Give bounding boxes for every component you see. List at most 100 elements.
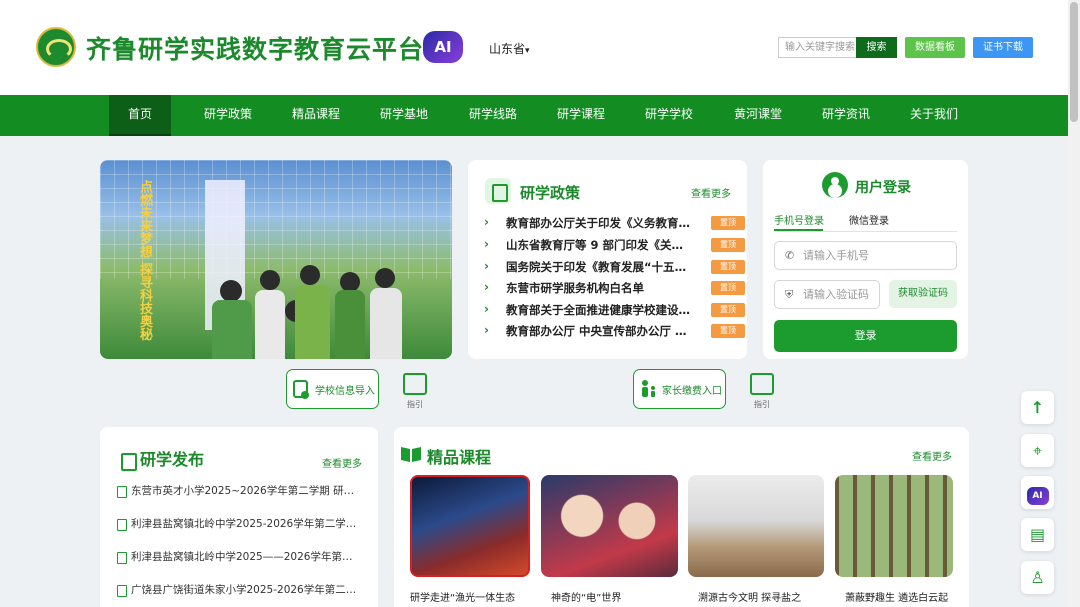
phone-placeholder: 请输入手机号 — [803, 249, 869, 262]
policy-item[interactable]: › 教育部办公厅 中央宣传部办公厅 关… 置顶 — [484, 320, 745, 342]
login-button[interactable]: 登录 — [774, 320, 957, 352]
policy-item[interactable]: › 教育部办公厅关于印发《义务教育阶… 置顶 — [484, 212, 745, 234]
code-placeholder: 请输入验证码 — [803, 288, 869, 301]
site-title[interactable]: 齐鲁研学实践数字教育云平台 — [86, 30, 424, 66]
banner-child-body — [212, 300, 252, 359]
shield-icon: ⛨ — [785, 288, 794, 301]
banner-child-body — [370, 288, 402, 359]
login-card: 用户登录 手机号登录 微信登录 ✆ 请输入手机号 ⛨ 请输入验证码 获取验证码 … — [763, 160, 968, 359]
course-thumbnail — [835, 475, 953, 577]
policy-item[interactable]: › 东营市研学服务机构白名单 置顶 — [484, 277, 745, 299]
parent-child-float-icon[interactable]: ♙ — [1021, 561, 1054, 594]
province-label: 山东省 — [489, 42, 526, 56]
parent-guide-link[interactable]: 指引 — [747, 373, 777, 410]
parent-payment-button[interactable]: 家长缴费入口 — [633, 369, 726, 409]
course-caption: 溯源古今文明 探寻盐之 — [698, 593, 802, 604]
phone-field[interactable]: ✆ 请输入手机号 — [774, 241, 957, 270]
nav-item-bases[interactable]: 研学基地 — [372, 95, 436, 136]
banner-child — [300, 265, 320, 285]
school-import-label: 学校信息导入 — [315, 386, 375, 397]
tab-wechat-login[interactable]: 微信登录 — [849, 212, 889, 227]
nav-item-schools[interactable]: 研学学校 — [637, 95, 701, 136]
site-logo[interactable] — [36, 27, 76, 67]
province-selector[interactable]: 山东省▾ — [489, 40, 530, 57]
banner-net — [100, 160, 452, 280]
pinned-badge: 置顶 — [711, 303, 745, 317]
pinned-badge: 置顶 — [711, 281, 745, 295]
course-thumbnail — [410, 475, 530, 577]
film-icon — [750, 373, 774, 395]
publish-item[interactable]: 利津县盐窝镇北岭中学2025——2026学年第… — [117, 549, 367, 567]
document-icon — [293, 380, 309, 399]
search-button[interactable]: 搜索 — [856, 37, 897, 58]
ai-float-icon: AI — [1026, 487, 1049, 505]
back-to-top-icon[interactable]: ↑ — [1021, 391, 1054, 424]
course-caption: 神奇的“电”世界 — [551, 593, 622, 604]
courses-card: 精品课程 查看更多 研学走进“渔光一体生态 神奇的“电”世界 溯源古今文明 探寻… — [394, 427, 969, 607]
caret-down-icon: ▾ — [525, 46, 530, 56]
policy-item-text: 教育部办公厅 中央宣传部办公厅 关… — [506, 324, 694, 338]
tab-divider — [774, 231, 957, 232]
parent-payment-label: 家长缴费入口 — [662, 386, 722, 397]
publish-more-link[interactable]: 查看更多 — [322, 455, 362, 470]
nav-item-yellow-river[interactable]: 黄河课堂 — [726, 95, 790, 136]
chevron-right-icon: › — [484, 302, 489, 316]
location-pin-icon[interactable]: ⌖ — [1021, 434, 1054, 467]
banner-child-body — [255, 290, 285, 359]
policy-item-text: 山东省教育厅等 9 部门印发《关于进… — [506, 238, 694, 252]
nav-item-policy[interactable]: 研学政策 — [196, 95, 260, 136]
scroll-thumb[interactable] — [1070, 2, 1078, 122]
policy-item[interactable]: › 山东省教育厅等 9 部门印发《关于进… 置顶 — [484, 234, 745, 256]
publish-card: 研学发布 查看更多 东营市英才小学2025~2026学年第二学期 研… 利津县盐… — [100, 427, 378, 607]
policy-item[interactable]: › 教育部关于全面推进健康学校建设的… 置顶 — [484, 299, 745, 321]
data-dashboard-button[interactable]: 数据看板 — [905, 37, 965, 58]
publish-title: 研学发布 — [140, 450, 205, 469]
banner-child-body — [335, 290, 365, 359]
publish-item[interactable]: 利津县盐窝镇北岭中学2025-2026学年第二学… — [117, 516, 367, 534]
nav-item-courses[interactable]: 研学课程 — [549, 95, 613, 136]
policy-item[interactable]: › 国务院关于印发《教育发展“十五五… 置顶 — [484, 256, 745, 278]
course-thumbnail — [541, 475, 678, 577]
get-code-button[interactable]: 获取验证码 — [889, 280, 957, 308]
ai-assistant-float-button[interactable]: AI — [1021, 476, 1054, 509]
pinned-badge: 置顶 — [711, 216, 745, 230]
banner-carousel[interactable]: 点燃未来梦想 探寻科技奥秘 — [100, 160, 452, 359]
school-import-button[interactable]: 学校信息导入 — [286, 369, 379, 409]
nav-item-routes[interactable]: 研学线路 — [461, 95, 525, 136]
policy-item-text: 教育部关于全面推进健康学校建设的… — [506, 303, 694, 317]
school-guide-link[interactable]: 指引 — [400, 373, 430, 410]
policy-icon — [485, 178, 511, 204]
course-item[interactable]: 溯源古今文明 探寻盐之 — [688, 475, 824, 604]
course-item[interactable]: 研学走进“渔光一体生态 — [410, 475, 530, 604]
nav-item-courses-featured[interactable]: 精品课程 — [284, 95, 348, 136]
policy-item-text: 东营市研学服务机构白名单 — [506, 281, 644, 295]
policy-more-link[interactable]: 查看更多 — [691, 185, 731, 200]
policy-item-text: 教育部办公厅关于印发《义务教育阶… — [506, 216, 694, 230]
course-caption: 研学走进“渔光一体生态 — [410, 593, 516, 604]
course-item[interactable]: 萧蔽野趣生 遴选白云起 — [835, 475, 953, 604]
search-input[interactable]: 输入关键字搜索 — [778, 37, 856, 58]
main-nav: 首页 研学政策 精品课程 研学基地 研学线路 研学课程 研学学校 黄河课堂 研学… — [0, 95, 1068, 136]
publish-item-text: 广饶县广饶街道朱家小学2025-2026学年第二… — [131, 584, 357, 596]
nav-item-news[interactable]: 研学资讯 — [814, 95, 878, 136]
verification-code-field[interactable]: ⛨ 请输入验证码 — [774, 280, 880, 309]
pinned-badge: 置顶 — [711, 324, 745, 338]
certificate-download-button[interactable]: 证书下载 — [973, 37, 1033, 58]
nav-item-home[interactable]: 首页 — [109, 95, 171, 136]
course-item[interactable]: 神奇的“电”世界 — [541, 475, 678, 604]
courses-more-link[interactable]: 查看更多 — [912, 448, 952, 463]
document-check-icon[interactable]: ▤ — [1021, 518, 1054, 551]
publish-item[interactable]: 东营市英才小学2025~2026学年第二学期 研… — [117, 483, 367, 501]
tab-phone-login[interactable]: 手机号登录 — [774, 212, 824, 227]
banner-child — [220, 280, 242, 302]
nav-item-about[interactable]: 关于我们 — [902, 95, 966, 136]
publish-item[interactable]: 广饶县广饶街道朱家小学2025-2026学年第二… — [117, 582, 367, 600]
courses-title: 精品课程 — [427, 448, 492, 467]
open-book-icon — [401, 447, 421, 462]
policy-item-text: 国务院关于印发《教育发展“十五五… — [506, 260, 694, 274]
page-scrollbar[interactable] — [1068, 0, 1080, 607]
user-icon — [822, 172, 848, 198]
ai-assistant-icon[interactable]: AI — [423, 31, 463, 63]
banner-child — [340, 272, 360, 292]
banner-child — [375, 268, 395, 288]
